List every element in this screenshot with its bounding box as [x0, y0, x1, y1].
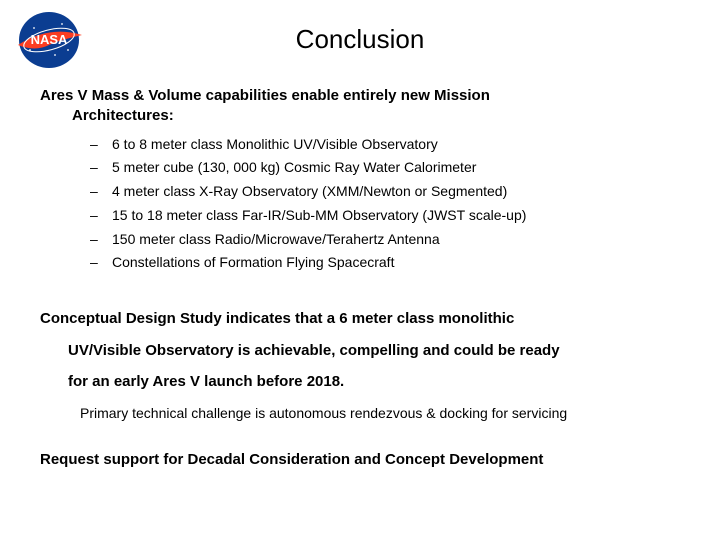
list-item: 4 meter class X-Ray Observatory (XMM/New… — [90, 180, 680, 204]
slide: NASA Conclusion Ares V Mass & Volume cap… — [0, 0, 720, 540]
section2-line3: for an early Ares V launch before 2018. — [40, 366, 680, 398]
section2-line2: UV/Visible Observatory is achievable, co… — [40, 335, 680, 367]
slide-content: Ares V Mass & Volume capabilities enable… — [40, 86, 680, 472]
list-item: 6 to 8 meter class Monolithic UV/Visible… — [90, 133, 680, 157]
section2-line1: Conceptual Design Study indicates that a… — [40, 310, 514, 327]
section2-paragraph: Conceptual Design Study indicates that a… — [40, 303, 680, 398]
list-item: 150 meter class Radio/Microwave/Terahert… — [90, 228, 680, 252]
section1-heading: Ares V Mass & Volume capabilities enable… — [40, 86, 680, 127]
section1-line2: Architectures: — [40, 106, 680, 126]
list-item: 5 meter cube (130, 000 kg) Cosmic Ray Wa… — [90, 156, 680, 180]
section1-bullets: 6 to 8 meter class Monolithic UV/Visible… — [90, 133, 680, 276]
section3-paragraph: Request support for Decadal Consideratio… — [40, 449, 680, 472]
section2-sub: Primary technical challenge is autonomou… — [40, 404, 680, 424]
slide-title: Conclusion — [0, 24, 720, 55]
section1-line1: Ares V Mass & Volume capabilities enable… — [40, 87, 490, 104]
list-item: Constellations of Formation Flying Space… — [90, 251, 680, 275]
list-item: 15 to 18 meter class Far-IR/Sub-MM Obser… — [90, 204, 680, 228]
